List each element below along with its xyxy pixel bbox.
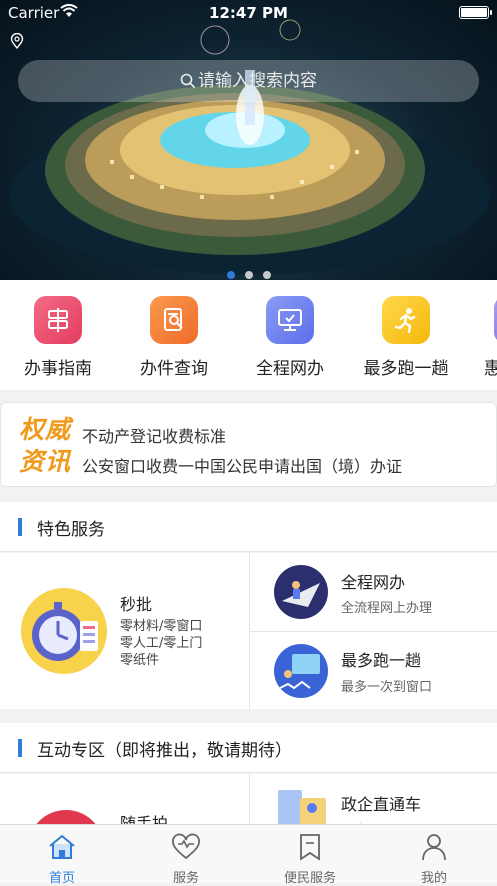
featured-card-desc: 最多一次到窗口 bbox=[341, 680, 433, 695]
interactive-card-title: 政企直通车 bbox=[341, 795, 422, 814]
section-title: 互动专区（即将推出，敬请期待） bbox=[37, 741, 292, 761]
news-ticker[interactable]: 权威 资讯 不动产登记收费标准 公安窗口收费一中国公民申请出国（境）办证 bbox=[0, 402, 497, 487]
heart-icon bbox=[172, 833, 200, 860]
tab-convenience[interactable]: 便民服务 bbox=[248, 833, 372, 886]
online-illustration bbox=[274, 565, 328, 619]
quick-item-label: 惠 bbox=[484, 359, 497, 379]
quick-item-online[interactable]: 全程网办 bbox=[232, 296, 348, 379]
section-accent-bar bbox=[18, 739, 22, 757]
hero-banner[interactable]: Carrier 12:47 PM 请输入搜索内容 bbox=[0, 0, 497, 280]
interactive-section-header: 互动专区（即将推出，敬请期待） bbox=[0, 723, 497, 773]
featured-card-online[interactable]: 全程网办 全流程网上办理 bbox=[250, 553, 497, 631]
status-bar: Carrier 12:47 PM bbox=[0, 0, 497, 26]
tab-label: 服务 bbox=[172, 871, 199, 886]
section-accent-bar bbox=[18, 518, 22, 536]
signpost-icon bbox=[34, 296, 82, 344]
featured-card-title: 全程网办 bbox=[341, 573, 406, 592]
stopwatch-illustration bbox=[21, 588, 107, 674]
tab-label: 便民服务 bbox=[283, 871, 336, 886]
quick-item-label: 办件查询 bbox=[140, 359, 208, 379]
quick-item-query[interactable]: 办件查询 bbox=[116, 296, 232, 379]
search-icon bbox=[180, 63, 196, 105]
featured-card-desc: 全流程网上办理 bbox=[341, 601, 433, 616]
carousel-dot[interactable] bbox=[226, 271, 235, 279]
quick-menu: 办事指南 办件查询 全程网办 最多跑一趟 惠 bbox=[0, 280, 497, 390]
carousel-indicator bbox=[0, 264, 497, 280]
carousel-dot[interactable] bbox=[262, 271, 271, 279]
island-night-photo bbox=[10, 19, 490, 275]
section-title: 特色服务 bbox=[37, 520, 105, 540]
quick-item-label: 最多跑一趟 bbox=[363, 359, 449, 379]
bookmark-icon bbox=[300, 834, 320, 861]
featured-card-desc: 零材料/零窗口 零人工/零上门 零纸件 bbox=[120, 619, 203, 668]
tab-mine[interactable]: 我的 bbox=[372, 833, 496, 886]
computer-icon bbox=[266, 296, 314, 344]
home-icon bbox=[49, 834, 75, 859]
document-search-icon bbox=[150, 296, 198, 344]
once-illustration bbox=[274, 644, 328, 698]
quick-item-label: 全程网办 bbox=[256, 359, 324, 379]
location-pin-icon[interactable] bbox=[10, 32, 24, 53]
featured-card-title: 秒批 bbox=[120, 595, 153, 614]
tab-service[interactable]: 服务 bbox=[124, 833, 248, 886]
clock: 12:47 PM bbox=[209, 4, 288, 22]
featured-card-once[interactable]: 最多跑一趟 最多一次到窗口 bbox=[250, 632, 497, 709]
news-item[interactable]: 公安窗口收费一中国公民申请出国（境）办证 bbox=[82, 453, 402, 477]
featured-section-header: 特色服务 bbox=[0, 502, 497, 552]
quick-item-guide[interactable]: 办事指南 bbox=[0, 296, 116, 379]
featured-card-instant[interactable]: 秒批 零材料/零窗口 零人工/零上门 零纸件 bbox=[0, 553, 249, 709]
featured-card-title: 最多跑一趟 bbox=[341, 651, 422, 670]
runner-icon bbox=[382, 296, 430, 344]
battery-icon bbox=[459, 6, 492, 19]
news-logo-line: 资讯 bbox=[19, 447, 72, 476]
quick-item-once[interactable]: 最多跑一趟 bbox=[348, 296, 464, 379]
quick-item-partial[interactable]: 惠 bbox=[464, 296, 497, 379]
search-bar[interactable]: 请输入搜索内容 bbox=[18, 60, 479, 102]
news-logo-line: 权威 bbox=[19, 415, 72, 444]
tab-label: 首页 bbox=[48, 871, 75, 886]
featured-services: 秒批 零材料/零窗口 零人工/零上门 零纸件 全程网办 全流程网上办理 最多跑一… bbox=[0, 553, 497, 709]
quick-item-label: 办事指南 bbox=[24, 359, 92, 379]
tab-label: 我的 bbox=[420, 871, 447, 886]
tab-bar: 首页 服务 便民服务 我的 bbox=[0, 824, 497, 886]
user-icon bbox=[422, 834, 446, 861]
search-placeholder: 请输入搜索内容 bbox=[198, 71, 317, 91]
carousel-dot[interactable] bbox=[244, 271, 253, 279]
news-logo: 权威 资讯 bbox=[19, 414, 71, 478]
tab-home[interactable]: 首页 bbox=[0, 833, 124, 886]
news-item[interactable]: 不动产登记收费标准 bbox=[82, 423, 226, 447]
